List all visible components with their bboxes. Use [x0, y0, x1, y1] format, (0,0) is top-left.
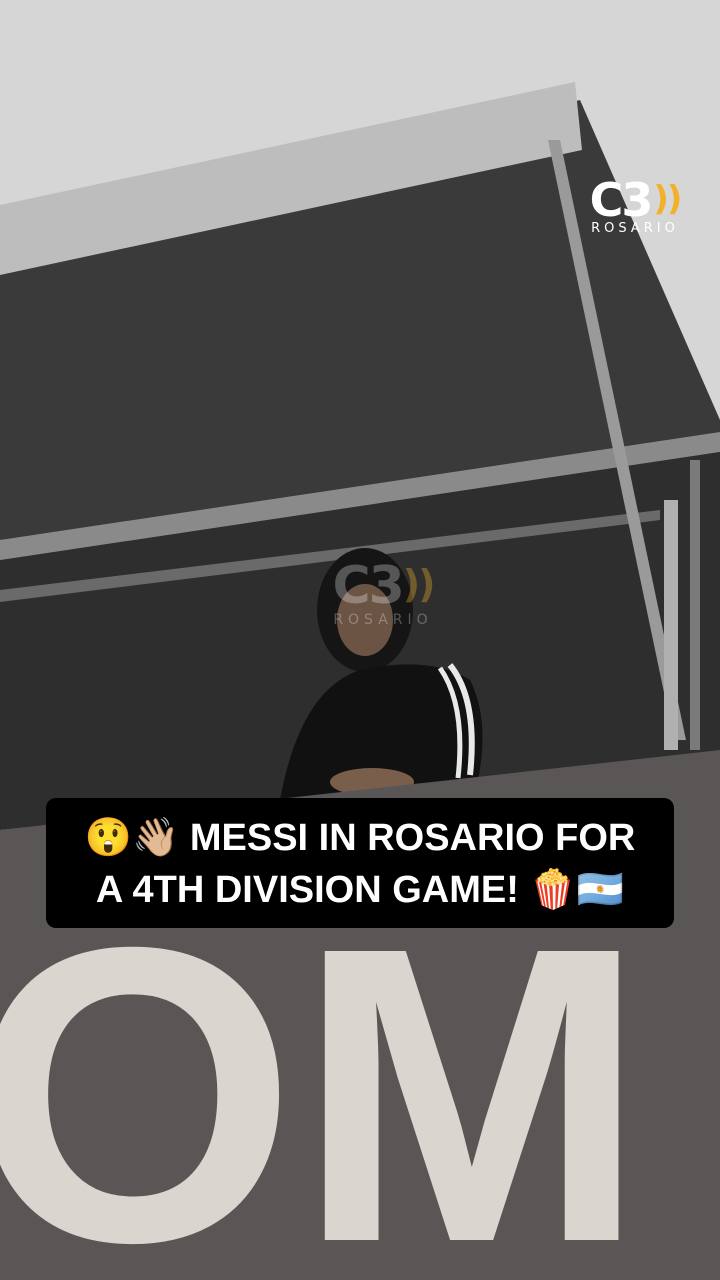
caption-line-2: A 4TH DIVISION GAME! 🍿🇦🇷 [95, 869, 625, 911]
logo-mark: C3 [589, 173, 654, 227]
caption-line-1: 😲👋🏼 MESSI IN ROSARIO FOR [84, 817, 636, 859]
watermark-sub: ROSARIO [333, 612, 433, 628]
pipe [664, 500, 678, 750]
caption-box: 😲👋🏼 MESSI IN ROSARIO FOR A 4TH DIVISION … [46, 798, 674, 928]
watermark-logo: C3)) ROSARIO [308, 558, 458, 628]
logo-sub: ROSARIO [591, 221, 679, 236]
watermark-mark: C3 [332, 556, 404, 616]
video-frame: OM C3)) ROSARIO C3)) ROSARIO 😲👋🏼 MESSI I… [0, 0, 720, 1280]
channel-logo: C3)) ROSARIO [580, 176, 690, 237]
pipe-2 [690, 460, 700, 750]
broadcast-waves-icon: )) [653, 179, 682, 219]
broadcast-waves-icon: )) [402, 562, 436, 606]
